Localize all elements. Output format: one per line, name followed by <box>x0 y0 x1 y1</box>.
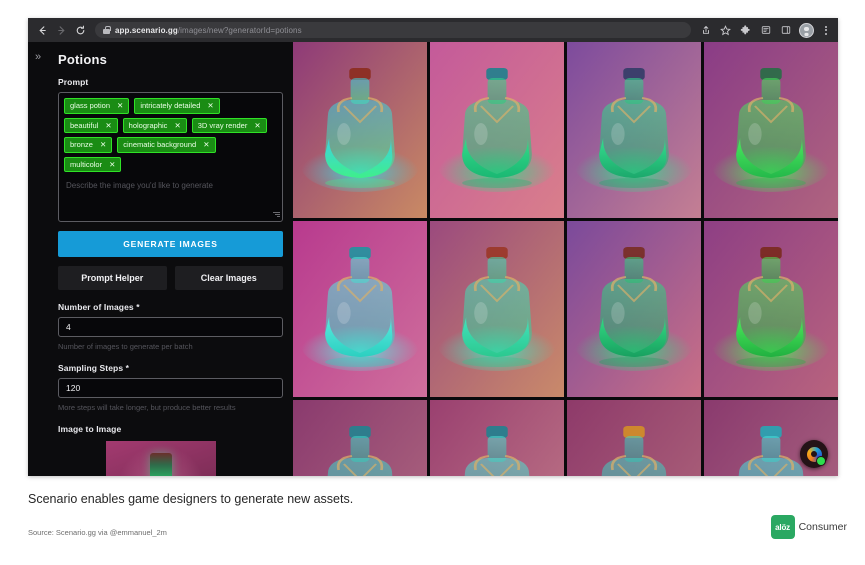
prompt-tag-list: glass potion ✕ intricately detailed ✕ beau… <box>64 98 277 172</box>
prompt-input-box[interactable]: glass potion ✕ intricately detailed ✕ beau… <box>58 92 283 222</box>
generated-images-grid <box>293 42 838 476</box>
prompt-tag[interactable]: glass potion ✕ <box>64 98 130 114</box>
prompt-tag-label: 3D vray render <box>197 120 248 130</box>
number-of-images-hint: Number of images to generate per batch <box>58 342 193 351</box>
remove-tag-icon[interactable]: ✕ <box>174 121 180 130</box>
prompt-tag[interactable]: cinematic background ✕ <box>117 137 216 153</box>
sampling-steps-hint: More steps will take longer, but produce… <box>58 403 236 412</box>
sidebar-rail: » <box>28 42 48 476</box>
remove-tag-icon[interactable]: ✕ <box>117 102 123 110</box>
sampling-steps-label: Sampling Steps * <box>58 363 130 373</box>
back-arrow-icon[interactable] <box>34 22 51 39</box>
clear-images-button[interactable]: Clear Images <box>174 266 283 290</box>
prompt-tag-label: bronze <box>70 140 93 149</box>
prompt-tag[interactable]: bronze ✕ <box>64 137 113 153</box>
lock-icon <box>103 26 111 34</box>
toolbar-icon-group <box>699 22 832 38</box>
url-path: /images/new?generatorId=potions <box>177 25 302 35</box>
page-title: Potions <box>58 52 108 67</box>
reload-icon[interactable] <box>72 22 89 39</box>
prompt-tag-label: multicolor <box>70 159 103 169</box>
brand-logo: alöz Consumer <box>770 515 847 539</box>
results-grid-area <box>293 42 838 476</box>
generated-image-tile[interactable] <box>293 400 427 476</box>
remove-tag-icon[interactable]: ✕ <box>254 121 260 130</box>
prompt-placeholder: Describe the image you'd like to generat… <box>66 181 213 190</box>
generated-image-tile[interactable] <box>293 42 427 218</box>
side-panel-icon[interactable] <box>779 24 792 37</box>
brand-mark: alöz <box>770 515 795 539</box>
prompt-tag-label: intricately detailed <box>140 101 201 110</box>
number-of-images-input[interactable]: 4 <box>58 317 283 337</box>
generated-image-tile[interactable] <box>293 221 427 397</box>
scenario-app: » Potions Prompt glass potion ✕ intricate… <box>28 42 838 476</box>
prompt-tag[interactable]: holographic ✕ <box>122 117 187 133</box>
image-to-image-label: Image to Image <box>58 424 122 434</box>
resize-handle[interactable] <box>273 212 280 219</box>
secondary-button-row: Prompt Helper Clear Images <box>58 266 283 290</box>
generated-image-tile[interactable] <box>704 42 838 218</box>
remove-tag-icon[interactable]: ✕ <box>203 141 209 149</box>
image-to-image-thumbnail[interactable] <box>106 441 216 476</box>
generated-image-tile[interactable] <box>704 221 838 397</box>
remove-tag-icon[interactable]: ✕ <box>109 160 115 169</box>
page-root: app.scenario.gg/images/new?generatorId=p… <box>0 0 865 565</box>
number-of-images-label: Number of Images * <box>58 302 140 312</box>
generated-image-tile[interactable] <box>567 42 701 218</box>
browser-toolbar: app.scenario.gg/images/new?generatorId=p… <box>28 18 838 42</box>
reading-list-icon[interactable] <box>759 24 772 37</box>
assistant-orb-button[interactable] <box>800 440 828 468</box>
prompt-tag-label: holographic <box>128 120 168 130</box>
forward-arrow-icon[interactable] <box>53 22 70 39</box>
image-to-image-field: Image to Image <box>58 424 283 476</box>
bookmark-star-icon[interactable] <box>719 24 732 37</box>
generated-image-tile[interactable] <box>567 400 701 476</box>
generated-image-tile[interactable] <box>430 221 564 397</box>
sampling-steps-field: Sampling Steps * 120 More steps will tak… <box>58 363 283 412</box>
profile-avatar[interactable] <box>799 22 814 38</box>
number-of-images-field: Number of Images * 4 Number of images to… <box>58 302 283 351</box>
source-text: Source: Scenario.gg via @emmanuel_2m <box>28 528 167 537</box>
prompt-tag[interactable]: 3D vray render ✕ <box>191 117 267 133</box>
expand-sidebar-icon[interactable]: » <box>35 52 41 476</box>
prompt-label: Prompt <box>58 77 89 87</box>
prompt-helper-button[interactable]: Prompt Helper <box>58 266 167 290</box>
prompt-tag-label: cinematic background <box>123 140 197 149</box>
generated-image-tile[interactable] <box>567 221 701 397</box>
prompt-tag-label: glass potion <box>70 101 111 110</box>
generated-image-tile[interactable] <box>430 400 564 476</box>
prompt-tag[interactable]: beautiful ✕ <box>64 117 118 133</box>
address-bar[interactable]: app.scenario.gg/images/new?generatorId=p… <box>95 22 691 38</box>
prompt-tag-label: beautiful <box>70 120 99 130</box>
sampling-steps-input[interactable]: 120 <box>58 378 283 398</box>
generated-image-tile[interactable] <box>430 42 564 218</box>
remove-tag-icon[interactable]: ✕ <box>207 102 213 110</box>
remove-tag-icon[interactable]: ✕ <box>100 141 106 149</box>
url-domain: app.scenario.gg <box>115 25 178 35</box>
brand-name: Consumer <box>798 521 847 533</box>
generator-settings-panel: Potions Prompt glass potion ✕ intricately… <box>48 42 293 476</box>
browser-window: app.scenario.gg/images/new?generatorId=p… <box>28 18 838 476</box>
caption-text: Scenario enables game designers to gener… <box>28 492 354 506</box>
remove-tag-icon[interactable]: ✕ <box>105 121 111 130</box>
extensions-puzzle-icon[interactable] <box>739 24 752 37</box>
browser-menu-icon[interactable] <box>821 24 830 37</box>
share-icon[interactable] <box>699 24 712 37</box>
status-dot <box>816 456 826 466</box>
generate-images-button[interactable]: GENERATE IMAGES <box>58 231 283 257</box>
prompt-tag[interactable]: multicolor ✕ <box>64 156 122 172</box>
prompt-tag[interactable]: intricately detailed ✕ <box>134 98 220 114</box>
